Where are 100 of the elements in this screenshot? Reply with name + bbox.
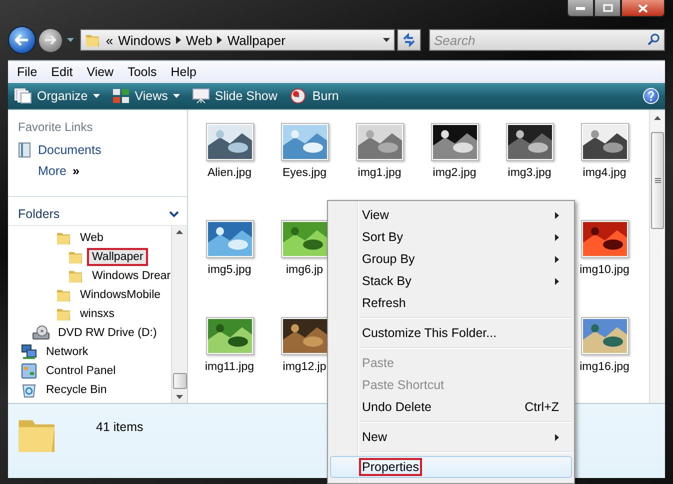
network-icon [20,344,38,360]
tree-item[interactable]: Wallpaper [87,248,148,266]
thumbnail[interactable] [206,123,254,161]
file-name[interactable]: img16.jpg [580,361,630,373]
caret-icon [383,38,390,42]
submenu-arrow-icon [555,234,559,240]
file-name[interactable]: Alien.jpg [207,167,252,179]
submenu-arrow-icon [555,256,559,262]
caret-icon [92,94,100,98]
context-menu-item[interactable]: Group By [330,248,572,270]
favorite-link[interactable]: Documents [18,142,102,158]
help-button[interactable] [643,88,659,104]
section-title: Favorite Links [18,120,94,134]
context-menu-item[interactable]: Stack By [330,270,572,292]
tree-item[interactable]: WindowsMobile [75,286,166,304]
file-name[interactable]: img2.jpg [432,167,476,179]
thumbnail[interactable] [206,317,254,355]
chevron-icon [176,36,181,44]
close-button[interactable] [621,0,665,17]
item-count: 41 items [96,420,144,434]
menu-item[interactable]: View [80,63,120,81]
recycle-bin-icon [20,382,38,398]
minimize-icon [576,6,585,10]
context-menu-item[interactable]: View [330,204,572,226]
views-icon [112,88,130,104]
menu-item[interactable]: Edit [45,63,79,81]
tree-item[interactable]: Network [41,342,94,360]
forward-button[interactable] [38,28,63,52]
context-menu-item[interactable]: Customize This Folder... [330,322,572,344]
thumbnail[interactable] [580,317,628,355]
menu-item[interactable]: Help [164,63,202,81]
breadcrumb[interactable]: Web [186,32,212,48]
context-menu-item[interactable]: Undo Delete Ctrl+Z [330,396,572,418]
toolbar-button[interactable]: Organize [14,88,100,104]
scrollbar[interactable] [649,110,665,403]
context-menu-item[interactable]: Refresh [330,292,572,314]
thumbnail[interactable] [280,317,328,355]
toolbar-button[interactable]: Slide Show [192,88,278,104]
file-name[interactable]: img10.jpg [580,264,630,276]
file-name[interactable]: img1.jpg [358,167,402,179]
chevron-icon [217,36,222,44]
tree-item[interactable]: Web [75,228,108,246]
scroll-down-icon [176,395,183,399]
context-menu-item[interactable]: Properties [330,456,572,478]
submenu-arrow-icon [555,434,559,440]
thumbnail[interactable] [506,123,554,161]
projector-screen-icon [192,88,210,104]
scroll-up-icon [654,116,661,120]
tree-item[interactable]: DVD RW Drive (D:) [53,324,162,342]
forward-arrow-icon [44,35,56,45]
tree-item[interactable]: Windows Drear [87,266,171,284]
file-name[interactable]: img11.jpg [204,361,254,373]
thumbnail[interactable] [280,220,328,258]
menu-item[interactable]: File [11,63,44,81]
pages-icon [14,88,32,104]
toolbar-button[interactable]: Burn [289,88,339,104]
maximize-button[interactable] [594,0,621,17]
breadcrumb[interactable]: Wallpaper [227,32,286,48]
file-name[interactable]: img4.jpg [582,167,626,179]
thumbnail[interactable] [430,123,478,161]
refresh-button[interactable] [397,29,421,51]
search-field[interactable]: Search [429,29,665,51]
minimize-button[interactable] [567,0,594,17]
menu-item[interactable]: Tools [122,63,163,81]
control-panel-icon [20,362,38,378]
grip-icon [654,178,660,183]
back-arrow-icon [14,34,29,46]
context-menu-item[interactable]: Sort By [330,226,572,248]
disc-icon [289,88,308,104]
caret-icon [172,94,180,98]
maximize-icon [602,4,612,12]
folders-header[interactable]: Folders [18,207,60,221]
search-icon [647,33,660,46]
back-button[interactable] [8,26,36,54]
scroll-thumb[interactable] [651,132,664,229]
breadcrumb-overflow[interactable]: « [106,32,114,48]
thumbnail[interactable] [356,123,404,161]
more-link[interactable]: More » [38,164,80,178]
toolbar-button[interactable]: Views [112,88,180,104]
tree-item[interactable]: winsxs [75,304,120,322]
breadcrumb[interactable]: Windows [118,32,171,48]
thumbnail[interactable] [580,123,628,161]
file-name[interactable]: img6.jp [286,264,324,276]
context-menu-item[interactable]: New [330,426,572,448]
file-name[interactable]: img3.jpg [508,167,552,179]
chevron-icon [169,210,179,218]
file-name[interactable]: img12.jp [282,361,326,373]
thumbnail[interactable] [206,220,254,258]
recent-pages-button[interactable] [64,38,76,42]
address-bar[interactable]: « Windows Web Wallpaper [80,29,396,51]
thumbnail[interactable] [280,123,328,161]
tree-item[interactable]: Recycle Bin [41,380,112,398]
file-name[interactable]: Eyes.jpg [282,167,327,179]
file-name[interactable]: img5.jpg [208,264,252,276]
tree-item[interactable]: Control Panel [41,362,121,380]
scroll-thumb[interactable] [172,373,186,389]
thumbnail[interactable] [580,220,628,258]
caret-icon [66,38,74,42]
scrollbar[interactable] [171,226,187,403]
documents-icon [18,142,32,158]
